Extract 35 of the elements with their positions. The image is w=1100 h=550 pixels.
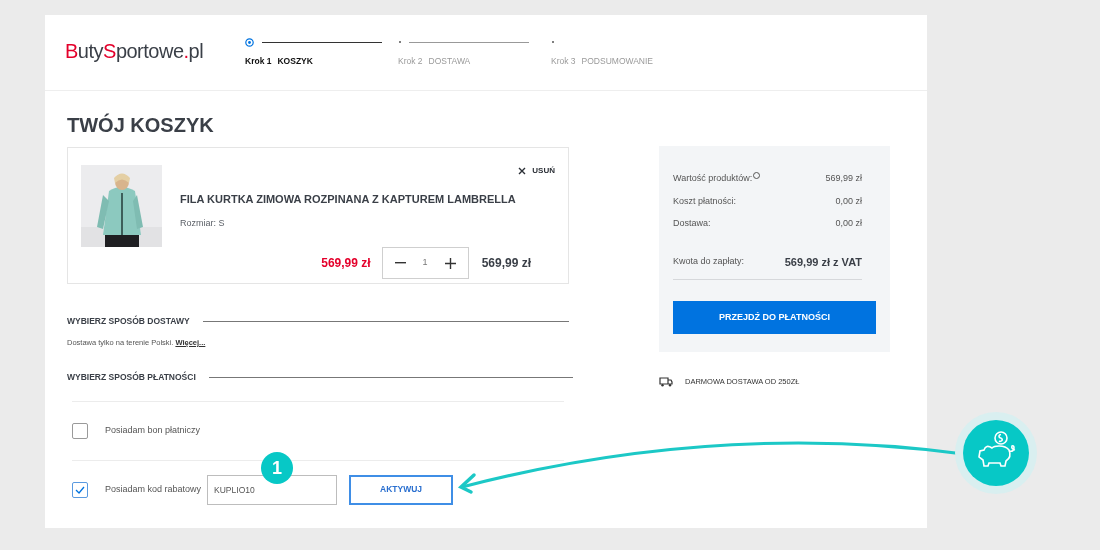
plus-icon[interactable] bbox=[444, 257, 456, 269]
remove-button[interactable]: USUŃ bbox=[518, 165, 555, 177]
minus-icon[interactable] bbox=[394, 262, 406, 264]
step-number: Krok 2 bbox=[398, 54, 423, 68]
step-number: Krok 1 bbox=[245, 54, 272, 68]
total-label: Kwota do zapłaty: bbox=[673, 255, 745, 268]
activate-button[interactable]: AKTYWUJ bbox=[349, 474, 454, 505]
truck-icon bbox=[659, 376, 673, 387]
logo[interactable]: ButySportowe.pl bbox=[65, 35, 245, 66]
product-name[interactable]: FILA KURTKA ZIMOWA ROZPINANA Z KAPTUREM LAMBRELLA bbox=[180, 191, 555, 208]
option-label: Posiadam kod rabatowy bbox=[105, 483, 202, 496]
option-label: Posiadam bon płatniczy bbox=[105, 424, 201, 437]
total-value: 569,99 zł z VAT bbox=[784, 254, 862, 270]
section-heading: WYBIERZ SPOSÓB PŁATNOŚCI bbox=[67, 371, 196, 384]
product-price: 569,99 zł bbox=[321, 255, 371, 272]
summary-value: 0,00 zł bbox=[835, 194, 862, 208]
product-total: 569,99 zł bbox=[481, 255, 531, 272]
product-size: Rozmiar: S bbox=[180, 216, 226, 230]
summary-label: Dostawa: bbox=[673, 217, 711, 230]
summary-value: 569,99 zł bbox=[825, 172, 862, 185]
section-heading: WYBIERZ SPOSÓB DOSTAWY bbox=[67, 315, 190, 328]
step-number: Krok 3 bbox=[551, 54, 576, 68]
step-label[interactable]: KOSZYK bbox=[277, 54, 313, 68]
checkbox[interactable] bbox=[72, 422, 88, 439]
summary-label: Wartość produktów: bbox=[673, 172, 753, 185]
summary-value: 0,00 zł bbox=[835, 217, 862, 230]
checkbox[interactable] bbox=[72, 481, 88, 498]
quantity-value: 1 bbox=[422, 256, 428, 270]
page-title: TWÓJ KOSZYK bbox=[67, 113, 215, 137]
quantity-stepper[interactable]: 1 bbox=[381, 247, 469, 279]
check-icon bbox=[75, 485, 85, 494]
discount-code-field[interactable]: KUPLIO10 bbox=[207, 474, 338, 505]
summary-label: Koszt płatności: bbox=[673, 194, 737, 208]
close-icon bbox=[518, 167, 527, 175]
checkout-button[interactable]: PRZEJDŹ DO PŁATNOŚCI bbox=[673, 301, 876, 334]
